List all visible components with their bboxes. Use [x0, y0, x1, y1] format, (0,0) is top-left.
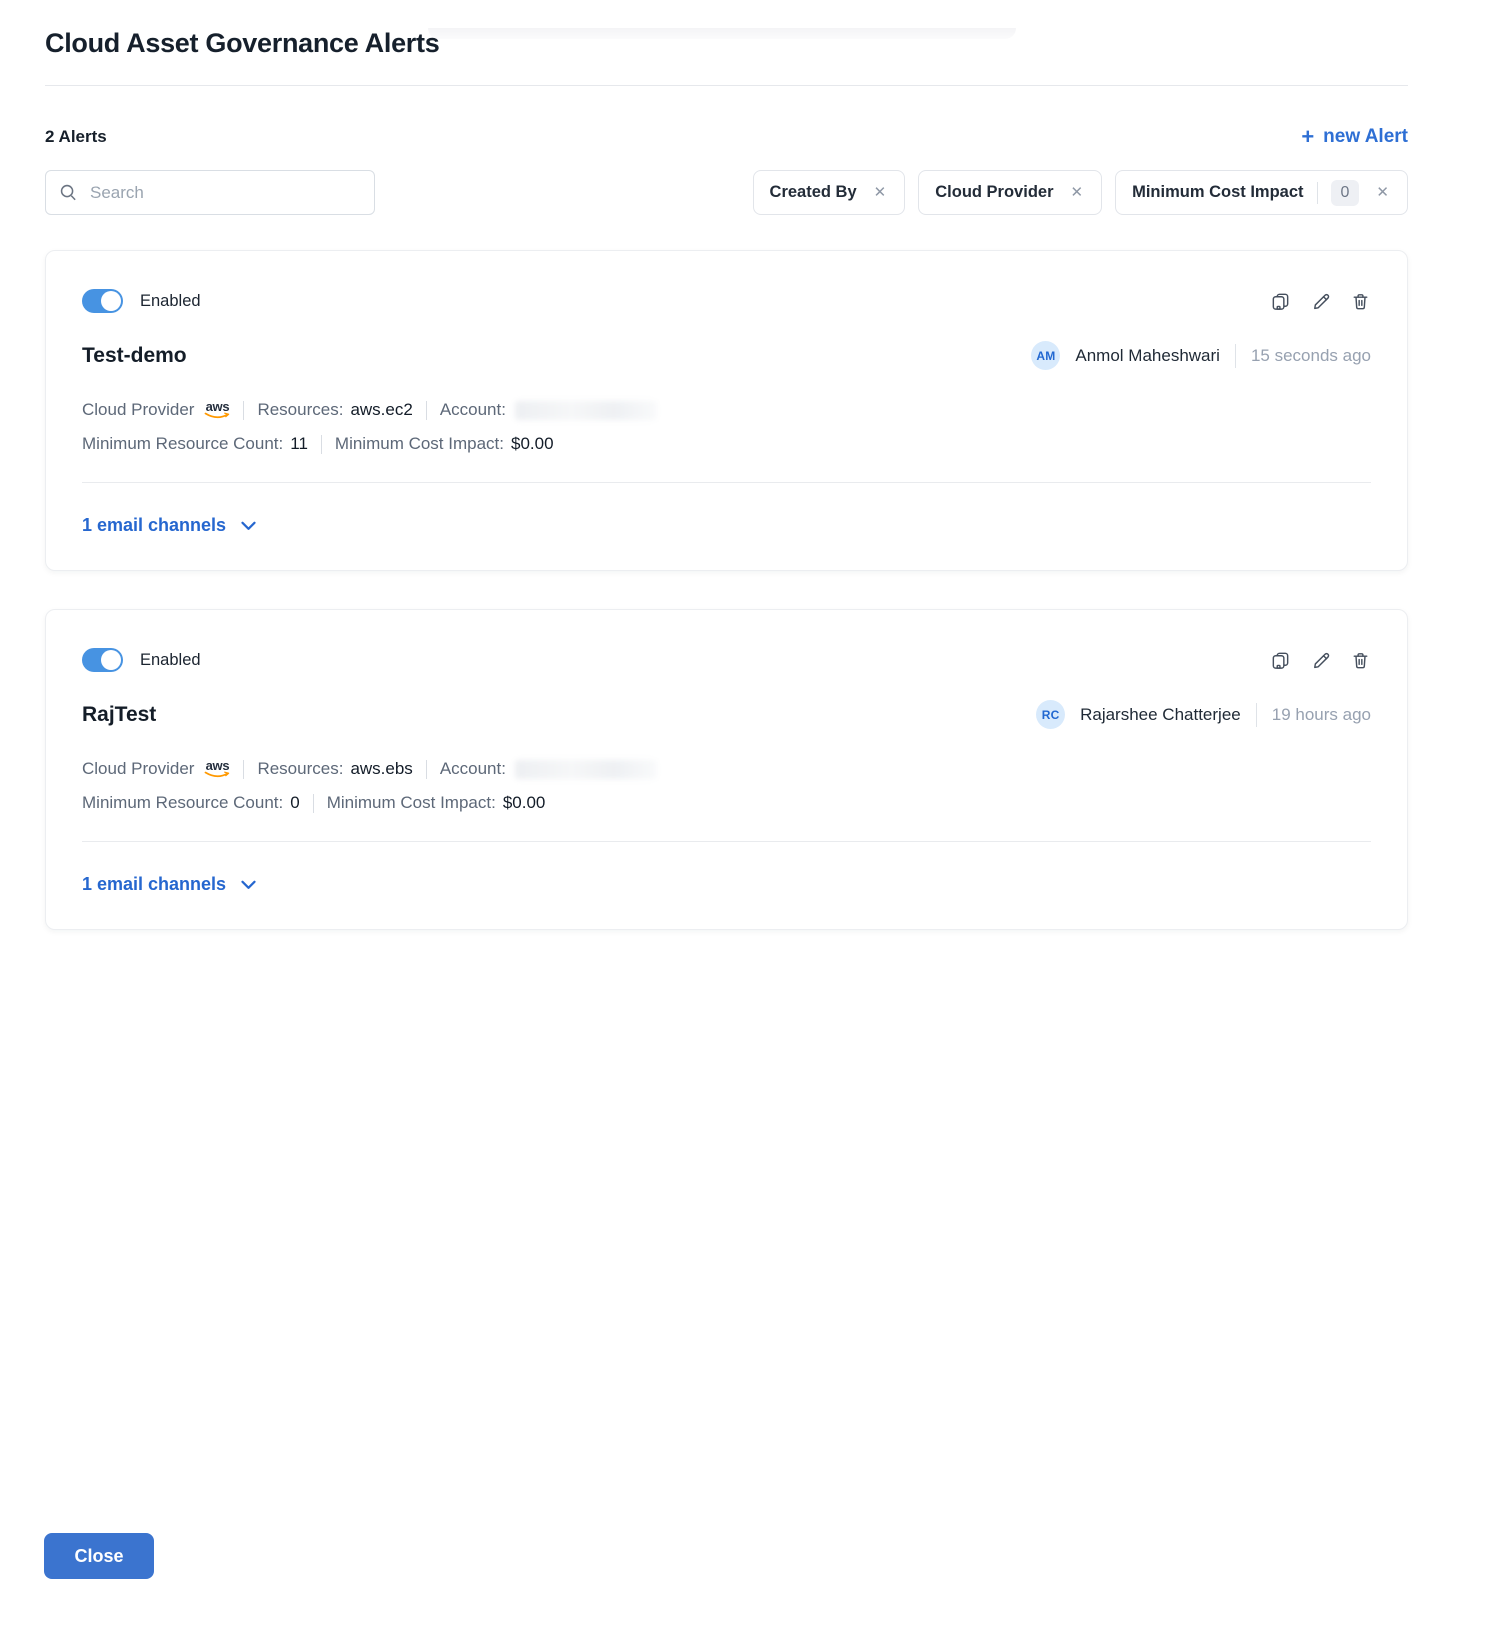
- alert-name: RajTest: [82, 703, 156, 727]
- vertical-separator: [1235, 344, 1236, 368]
- email-channels-expander[interactable]: 1 email channels: [82, 515, 256, 536]
- remove-filter-icon[interactable]: ✕: [872, 183, 889, 202]
- top-scroll-shadow: [428, 28, 1016, 39]
- duplicate-icon: [1270, 291, 1291, 312]
- email-channels-label: 1 email channels: [82, 515, 226, 536]
- alerts-count: 2 Alerts: [45, 127, 107, 147]
- trash-icon: [1350, 650, 1371, 671]
- min-cost-impact-label: Minimum Cost Impact:: [335, 434, 504, 454]
- meta-row-provider: Cloud Provider aws Resources: aws.ebs Ac…: [82, 759, 1371, 779]
- cloud-provider-label: Cloud Provider: [82, 759, 194, 779]
- new-alert-button[interactable]: + new Alert: [1301, 126, 1408, 148]
- last-updated-time: 19 hours ago: [1272, 705, 1371, 725]
- meta-separator: [426, 401, 427, 420]
- meta-separator: [243, 760, 244, 779]
- meta-row-provider: Cloud Provider aws Resources: aws.ec2 Ac…: [82, 400, 1371, 420]
- filter-chip-label: Minimum Cost Impact: [1132, 183, 1303, 202]
- resources-value: aws.ebs: [350, 759, 412, 779]
- new-alert-label: new Alert: [1323, 126, 1408, 148]
- filter-chip-minimum-cost-impact[interactable]: Minimum Cost Impact 0 ✕: [1115, 170, 1408, 215]
- min-resource-count-value: 0: [290, 793, 299, 813]
- enabled-label: Enabled: [140, 292, 201, 311]
- meta-separator: [321, 435, 322, 454]
- chip-divider: [1317, 182, 1318, 204]
- remove-filter-icon[interactable]: ✕: [1374, 183, 1391, 202]
- edit-button[interactable]: [1310, 291, 1331, 312]
- edit-pencil-icon: [1310, 291, 1331, 312]
- toggle-knob: [101, 291, 121, 311]
- resources-label: Resources:: [257, 400, 343, 420]
- account-label: Account:: [440, 759, 506, 779]
- plus-icon: +: [1301, 126, 1314, 148]
- email-channels-label: 1 email channels: [82, 874, 226, 895]
- alert-card-rajtest: Enabled: [45, 609, 1408, 930]
- avatar: RC: [1036, 700, 1065, 729]
- delete-button[interactable]: [1350, 650, 1371, 671]
- min-cost-impact-value: $0.00: [503, 793, 546, 813]
- account-value-redacted: [515, 760, 657, 779]
- meta-separator: [243, 401, 244, 420]
- filter-chip-created-by[interactable]: Created By ✕: [753, 170, 906, 215]
- edit-button[interactable]: [1310, 650, 1331, 671]
- toggle-knob: [101, 650, 121, 670]
- min-cost-impact-label: Minimum Cost Impact:: [327, 793, 496, 813]
- card-actions: [1270, 650, 1371, 671]
- aws-logo-icon: aws: [204, 759, 230, 779]
- filter-chips: Created By ✕ Cloud Provider ✕ Minimum Co…: [753, 170, 1408, 215]
- author-name: Rajarshee Chatterjee: [1080, 705, 1241, 725]
- min-resource-count-label: Minimum Resource Count:: [82, 793, 283, 813]
- close-button[interactable]: Close: [44, 1533, 154, 1579]
- account-value-redacted: [515, 401, 657, 420]
- alert-card-test-demo: Enabled: [45, 250, 1408, 571]
- author-group: AM Anmol Maheshwari 15 seconds ago: [1031, 341, 1371, 370]
- vertical-separator: [1256, 703, 1257, 727]
- min-resource-count-value: 11: [290, 434, 308, 454]
- filter-chip-cloud-provider[interactable]: Cloud Provider ✕: [918, 170, 1102, 215]
- last-updated-time: 15 seconds ago: [1251, 346, 1371, 366]
- edit-pencil-icon: [1310, 650, 1331, 671]
- controls-row: Created By ✕ Cloud Provider ✕ Minimum Co…: [45, 170, 1408, 215]
- chevron-down-icon: [241, 521, 256, 531]
- cloud-provider-label: Cloud Provider: [82, 400, 194, 420]
- title-divider: [45, 85, 1408, 86]
- author-name: Anmol Maheshwari: [1075, 346, 1220, 366]
- duplicate-button[interactable]: [1270, 291, 1291, 312]
- filter-chip-label: Created By: [770, 183, 857, 202]
- chevron-down-icon: [241, 880, 256, 890]
- meta-row-thresholds: Minimum Resource Count: 0 Minimum Cost I…: [82, 793, 1371, 813]
- author-group: RC Rajarshee Chatterjee 19 hours ago: [1036, 700, 1371, 729]
- search-input[interactable]: [88, 182, 361, 204]
- card-actions: [1270, 291, 1371, 312]
- resources-label: Resources:: [257, 759, 343, 779]
- alert-name: Test-demo: [82, 344, 187, 368]
- resources-value: aws.ec2: [350, 400, 412, 420]
- min-cost-impact-value: $0.00: [511, 434, 554, 454]
- account-label: Account:: [440, 400, 506, 420]
- card-divider: [82, 482, 1371, 483]
- enabled-label: Enabled: [140, 651, 201, 670]
- search-icon: [59, 183, 78, 202]
- aws-logo-icon: aws: [204, 400, 230, 420]
- alerts-panel: Cloud Asset Governance Alerts 2 Alerts +…: [0, 28, 1498, 930]
- card-divider: [82, 841, 1371, 842]
- meta-separator: [426, 760, 427, 779]
- meta-separator: [313, 794, 314, 813]
- duplicate-button[interactable]: [1270, 650, 1291, 671]
- toolbar: 2 Alerts + new Alert: [45, 126, 1408, 148]
- enabled-toggle[interactable]: [82, 648, 123, 672]
- email-channels-expander[interactable]: 1 email channels: [82, 874, 256, 895]
- search-box[interactable]: [45, 170, 375, 215]
- avatar: AM: [1031, 341, 1060, 370]
- filter-chip-label: Cloud Provider: [935, 183, 1053, 202]
- trash-icon: [1350, 291, 1371, 312]
- filter-chip-value: 0: [1331, 180, 1360, 206]
- enabled-toggle[interactable]: [82, 289, 123, 313]
- duplicate-icon: [1270, 650, 1291, 671]
- meta-row-thresholds: Minimum Resource Count: 11 Minimum Cost …: [82, 434, 1371, 454]
- min-resource-count-label: Minimum Resource Count:: [82, 434, 283, 454]
- remove-filter-icon[interactable]: ✕: [1069, 183, 1086, 202]
- delete-button[interactable]: [1350, 291, 1371, 312]
